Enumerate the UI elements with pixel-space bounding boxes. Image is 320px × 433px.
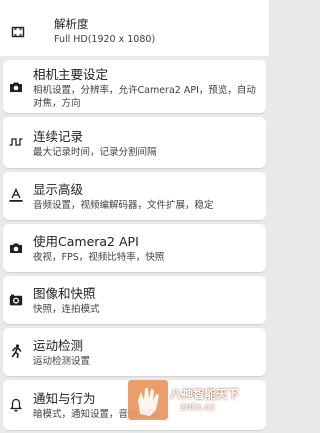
settings-item-title: 连续记录: [33, 129, 84, 144]
hand-logo-icon: [128, 380, 168, 420]
settings-item-title: 相机主要设定: [33, 67, 109, 82]
settings-item-title: 使用Camera2 API: [33, 234, 139, 249]
resolution-title: 解析度: [54, 17, 89, 31]
resolution-value: Full HD(1920 x 1080): [54, 34, 156, 45]
camera-icon: [9, 241, 23, 255]
settings-item-continuous-recording[interactable]: 连续记录 最大记录时间，记录分割间隔: [3, 117, 266, 168]
running-person-icon: [9, 344, 23, 358]
settings-item-subtitle: 音频设置，视频编解码器，文件扩展，稳定: [33, 200, 214, 211]
settings-item-images-snapshots[interactable]: 图像和快照 快照，连拍模式: [3, 276, 266, 324]
watermark: 八神智能天下 zntx.cc: [128, 380, 269, 433]
settings-item-display-advanced[interactable]: 显示高级 音频设置，视频编解码器，文件扩展，稳定: [3, 172, 266, 220]
settings-item-title: 图像和快照: [33, 286, 96, 301]
settings-item-subtitle: 运动检测设置: [33, 356, 91, 367]
settings-item-motion-detection[interactable]: 运动检测 运动检测设置: [3, 328, 266, 376]
settings-item-title: 显示高级: [33, 182, 84, 197]
fullscreen-icon: [11, 25, 25, 39]
watermark-text: 八神智能天下: [170, 387, 239, 401]
settings-item-title: 运动检测: [33, 338, 84, 353]
camera-icon: [9, 80, 23, 94]
resolution-setting[interactable]: 解析度 Full HD(1920 x 1080): [0, 0, 269, 56]
photo-camera-icon: [9, 293, 23, 307]
settings-item-subtitle: 最大记录时间，记录分割间隔: [33, 147, 157, 158]
settings-item-subtitle: 相机设置，分辨率，允许Camera2 API，预览，自动对焦，方向: [33, 85, 256, 109]
square-wave-icon: [9, 135, 23, 149]
settings-item-camera-main[interactable]: 相机主要设定 相机设置，分辨率，允许Camera2 API，预览，自动对焦，方向: [3, 60, 266, 113]
settings-item-subtitle: 夜视，FPS，视频比特率，快照: [33, 252, 165, 263]
text-overlay-icon: [9, 188, 23, 202]
watermark-url: zntx.cc: [180, 402, 216, 413]
settings-item-camera2-api[interactable]: 使用Camera2 API 夜视，FPS，视频比特率，快照: [3, 224, 266, 272]
bell-icon: [9, 398, 23, 412]
settings-item-subtitle: 快照，连拍模式: [33, 304, 100, 315]
